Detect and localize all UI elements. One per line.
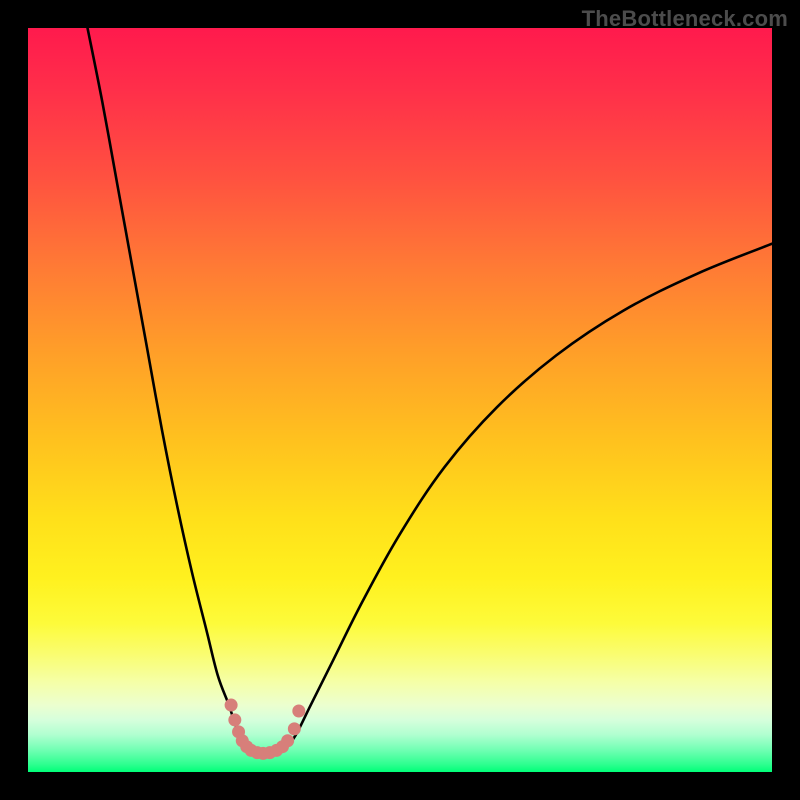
marker-dot: [225, 699, 238, 712]
marker-dot: [228, 713, 241, 726]
marker-cluster: [225, 699, 306, 760]
right-curve: [285, 244, 772, 750]
watermark-text: TheBottleneck.com: [582, 6, 788, 32]
left-curve: [88, 28, 250, 750]
marker-dot: [292, 704, 305, 717]
chart-frame: TheBottleneck.com: [0, 0, 800, 800]
marker-dot: [288, 722, 301, 735]
marker-dot: [281, 734, 294, 747]
plot-area: [28, 28, 772, 772]
curve-layer: [28, 28, 772, 772]
